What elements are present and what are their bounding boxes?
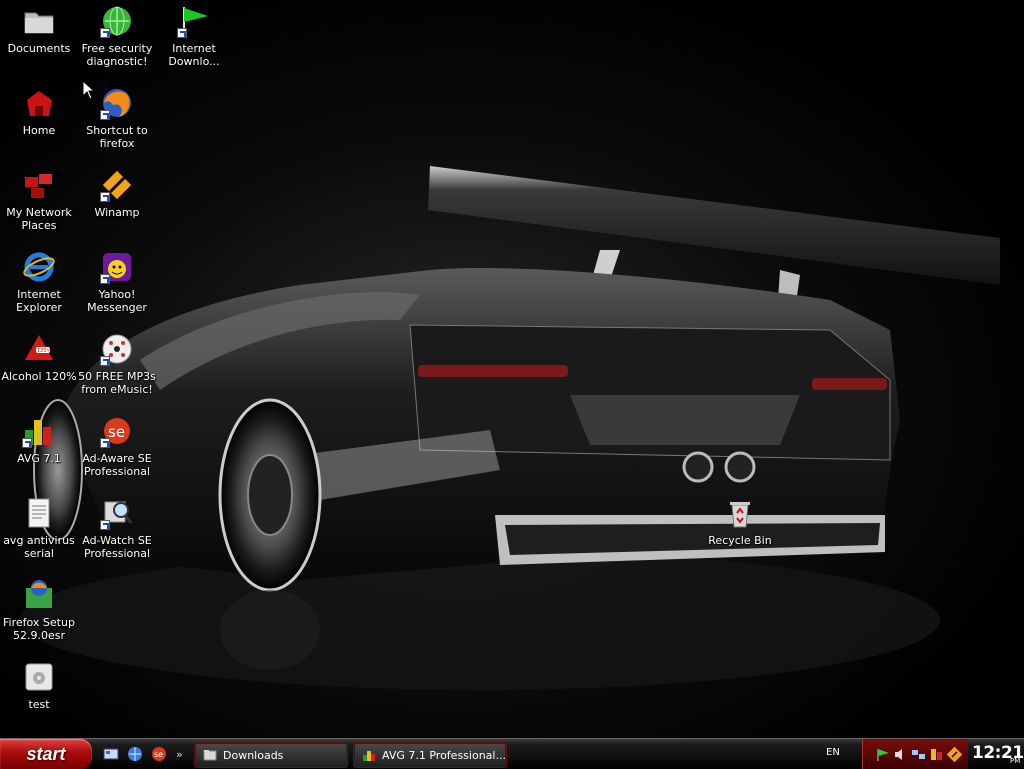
settings-file-icon bbox=[22, 660, 56, 694]
taskbar-item-label: Downloads bbox=[223, 748, 284, 762]
alcohol-icon: 120% bbox=[22, 332, 56, 366]
desktop-icon-winamp[interactable]: Winamp bbox=[78, 166, 156, 219]
desktop-icon-recycle-bin[interactable]: Recycle Bin bbox=[701, 494, 779, 547]
desktop-icon-cd[interactable]: 50 FREE MP3s from eMusic! bbox=[78, 330, 156, 396]
mouse-cursor-icon bbox=[82, 80, 96, 100]
desktop-icon-label: Ad-Watch SE Professional bbox=[82, 534, 152, 560]
quick-launch-bar: se » bbox=[102, 744, 183, 764]
desktop-icon-label: Free security diagnostic! bbox=[81, 42, 153, 68]
desktop-icon-label: avg antivirus serial bbox=[3, 534, 75, 560]
desktop-icon-label: Documents bbox=[7, 42, 71, 55]
desktop-icon-label: Ad-Aware SE Professional bbox=[82, 452, 152, 478]
globe-icon bbox=[100, 4, 134, 38]
desktop-icon-label: Firefox Setup 52.9.0esr bbox=[3, 616, 75, 642]
taskbar-item-downloads[interactable]: Downloads bbox=[194, 742, 348, 768]
shortcut-arrow-icon bbox=[177, 28, 187, 38]
taskbar-clock[interactable]: 12:21 PM bbox=[972, 743, 1024, 765]
desktop-icon-label: Shortcut to firefox bbox=[86, 124, 148, 150]
ad-aware-icon: se bbox=[100, 414, 134, 448]
taskbar-item-avg[interactable]: AVG 7.1 Professional... bbox=[353, 742, 507, 768]
desktop-icon-installer[interactable]: Firefox Setup 52.9.0esr bbox=[0, 576, 78, 642]
desktop-icon-label: Winamp bbox=[94, 206, 140, 219]
desktop-icon-avg[interactable]: AVG 7.1 bbox=[0, 412, 78, 465]
shortcut-arrow-icon bbox=[100, 28, 110, 38]
start-button[interactable]: start bbox=[0, 739, 92, 769]
ad-watch-icon bbox=[100, 496, 134, 530]
green-flag-icon[interactable] bbox=[875, 747, 890, 762]
desktop-icon-label: Yahoo! Messenger bbox=[87, 288, 147, 314]
svg-text:120%: 120% bbox=[37, 348, 52, 354]
shortcut-arrow-icon bbox=[100, 274, 110, 284]
green-flag-icon bbox=[177, 4, 211, 38]
speaker-icon[interactable] bbox=[893, 747, 908, 762]
winamp-icon[interactable] bbox=[947, 746, 962, 762]
home-icon bbox=[22, 86, 56, 120]
quick-launch-more-icon[interactable]: » bbox=[176, 748, 183, 761]
svg-text:se: se bbox=[108, 423, 125, 441]
shortcut-arrow-icon bbox=[100, 192, 110, 202]
ad-aware-icon[interactable]: se bbox=[150, 745, 168, 763]
desktop-icon-label: 50 FREE MP3s from eMusic! bbox=[78, 370, 156, 396]
system-tray bbox=[862, 739, 968, 769]
shortcut-arrow-icon bbox=[22, 438, 32, 448]
internet-explorer-icon bbox=[22, 250, 56, 284]
shortcut-arrow-icon bbox=[100, 356, 110, 366]
network-places-icon bbox=[22, 168, 56, 202]
shortcut-arrow-icon bbox=[100, 520, 110, 530]
desktop-icon-home[interactable]: Home bbox=[0, 84, 78, 137]
avg-icon bbox=[363, 751, 375, 761]
text-document-icon bbox=[22, 496, 56, 530]
desktop-icon-alcohol[interactable]: 120% Alcohol 120% bbox=[0, 330, 78, 383]
language-indicator[interactable]: EN bbox=[826, 747, 840, 758]
taskbar-item-label: AVG 7.1 Professional... bbox=[382, 748, 506, 762]
show-desktop-icon[interactable] bbox=[102, 745, 120, 763]
firefox-icon bbox=[100, 86, 134, 120]
shortcut-arrow-icon bbox=[100, 110, 110, 120]
desktop-icon-label: Alcohol 120% bbox=[1, 370, 77, 383]
desktop-icon-label: test bbox=[28, 698, 50, 711]
desktop-icon-ad-aware[interactable]: se Ad-Aware SE Professional bbox=[78, 412, 156, 478]
desktop-icon-label: Recycle Bin bbox=[708, 534, 772, 547]
desktop-icon-yahoo-messenger[interactable]: Yahoo! Messenger bbox=[78, 248, 156, 314]
folder-icon bbox=[203, 750, 217, 761]
winamp-icon bbox=[100, 168, 134, 202]
desktop-icon-settings-file[interactable]: test bbox=[0, 658, 78, 711]
clock-ampm: PM bbox=[1010, 757, 1021, 765]
desktop-icon-label: Internet Explorer bbox=[16, 288, 62, 314]
browser-icon[interactable] bbox=[126, 745, 144, 763]
folder-icon bbox=[22, 4, 56, 38]
taskbar: start se » Downloads AVG 7.1 Professiona… bbox=[0, 738, 1024, 769]
installer-icon bbox=[22, 578, 56, 612]
desktop-icon-folder[interactable]: Documents bbox=[0, 2, 78, 55]
security-icon[interactable] bbox=[929, 747, 944, 762]
recycle-bin-icon bbox=[723, 496, 757, 530]
desktop-icon-label: Internet Downlo... bbox=[168, 42, 220, 68]
cd-icon bbox=[100, 332, 134, 366]
avg-icon bbox=[22, 414, 56, 448]
desktop-icon-ad-watch[interactable]: Ad-Watch SE Professional bbox=[78, 494, 156, 560]
desktop-icon-network-places[interactable]: My Network Places bbox=[0, 166, 78, 232]
yahoo-messenger-icon bbox=[100, 250, 134, 284]
network-icon[interactable] bbox=[911, 747, 926, 762]
desktop-icon-green-flag[interactable]: Internet Downlo... bbox=[155, 2, 233, 68]
svg-text:se: se bbox=[154, 750, 163, 759]
desktop-icon-label: My Network Places bbox=[6, 206, 72, 232]
desktop-icon-text-document[interactable]: avg antivirus serial bbox=[0, 494, 78, 560]
desktop-icon-globe[interactable]: Free security diagnostic! bbox=[78, 2, 156, 68]
desktop-icon-label: AVG 7.1 bbox=[17, 452, 61, 465]
shortcut-arrow-icon bbox=[100, 438, 110, 448]
desktop-icon-label: Home bbox=[22, 124, 56, 137]
desktop-icon-internet-explorer[interactable]: Internet Explorer bbox=[0, 248, 78, 314]
